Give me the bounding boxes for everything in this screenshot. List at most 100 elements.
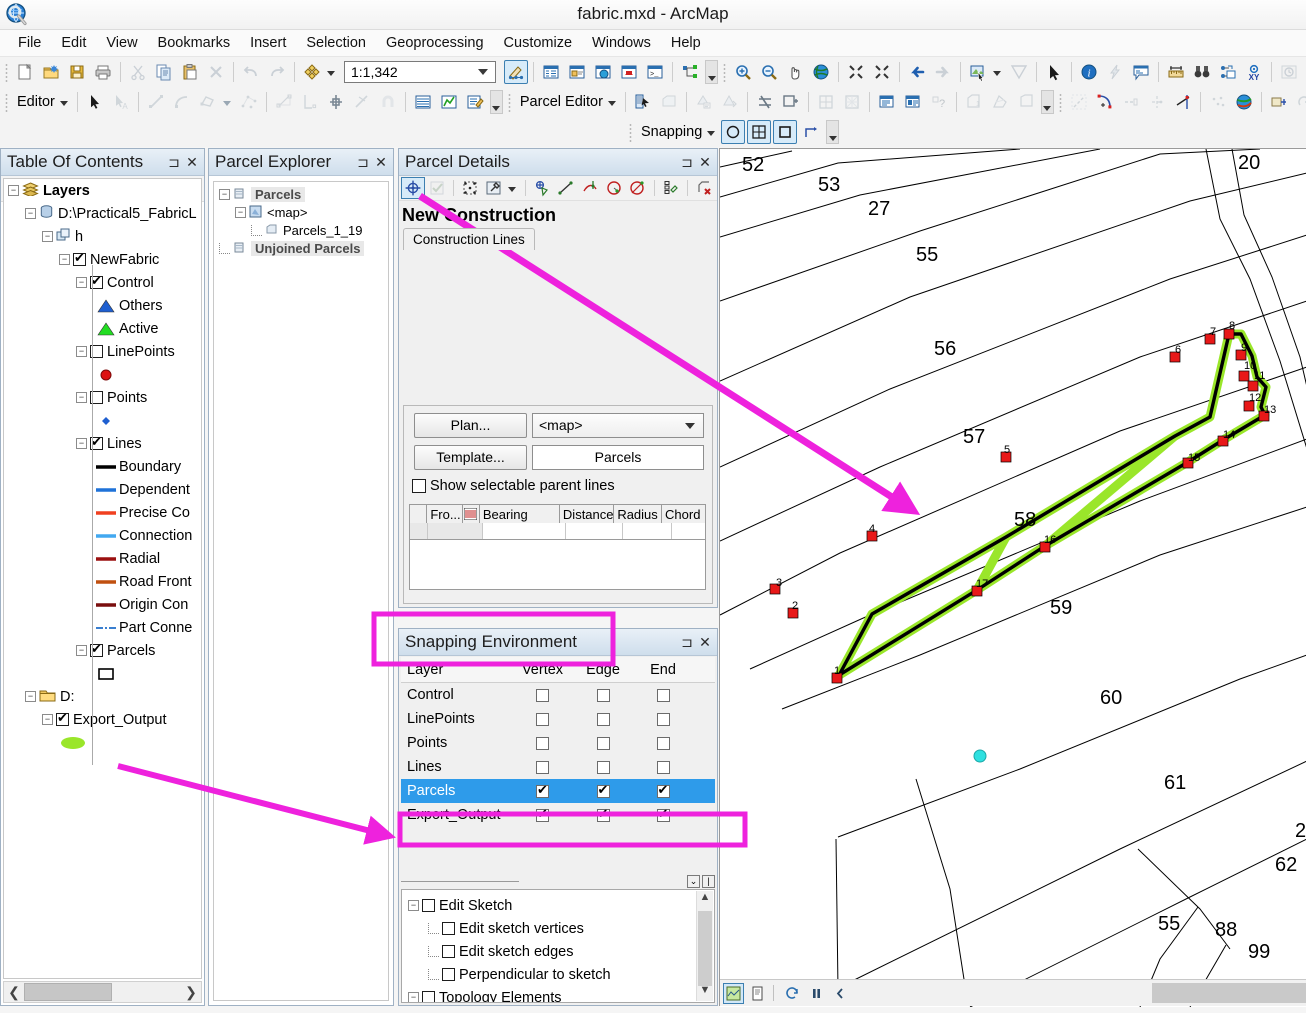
toc-symbol-row[interactable]: Dependent [4, 478, 201, 501]
sparkle-button[interactable] [1206, 90, 1230, 114]
snap-vertex-checkbox[interactable] [536, 736, 549, 750]
snap-vertex-checkbox[interactable] [536, 712, 549, 726]
parcel-help-button[interactable]: ? [927, 90, 951, 114]
x-delete-button[interactable] [204, 60, 228, 84]
show-parent-lines-row[interactable]: Show selectable parent lines [412, 478, 615, 494]
edit-annotation-button[interactable]: A [109, 90, 133, 114]
snap-vertex-checkbox[interactable] [536, 688, 549, 702]
toc-symbol-row[interactable]: Precise Co [4, 501, 201, 524]
layer-visibility-checkbox[interactable] [56, 710, 69, 726]
snap-edge-cell[interactable] [574, 712, 632, 726]
search-window-button[interactable] [591, 60, 615, 84]
open-document-button[interactable] [39, 60, 63, 84]
chevron-right-icon[interactable]: ❯ [181, 984, 201, 1001]
snap-type-row[interactable]: − Edit Sketch [402, 894, 714, 917]
parcel-divide-button[interactable] [814, 90, 838, 114]
snapping-types-tree[interactable]: − Edit Sketch Edit sketch vertices Edit ske… [401, 889, 715, 1003]
snap-vertex-cell[interactable] [511, 712, 574, 726]
clear-selection-button[interactable] [1007, 60, 1031, 84]
cell-chord[interactable] [672, 523, 705, 539]
snap-edge-cell[interactable] [574, 782, 632, 798]
parcel-fabric-map[interactable]: 52532755565758596061622022558899 1234567… [720, 149, 1306, 1007]
snap-point-button[interactable] [721, 120, 746, 144]
layout-view-button[interactable] [747, 983, 768, 1004]
toc-item-d-[interactable]: − D: [4, 685, 201, 708]
select-features-button[interactable] [966, 60, 990, 84]
expander-collapse-icon[interactable]: − [42, 714, 53, 725]
snap-type-checkbox[interactable] [442, 922, 455, 935]
menu-item-bookmarks[interactable]: Bookmarks [148, 32, 241, 54]
refresh-view-button[interactable] [782, 983, 803, 1004]
sketch-chart-button[interactable] [437, 90, 461, 114]
menu-item-view[interactable]: View [96, 32, 147, 54]
toc-horizontal-scrollbar[interactable]: ❮ ❯ [3, 981, 202, 1003]
toolbar-grip-icon[interactable] [721, 62, 728, 82]
toc-symbol-row[interactable] [4, 409, 201, 432]
snap-vertex-checkbox[interactable] [536, 782, 549, 798]
toc-item-control[interactable]: − Control [4, 271, 201, 294]
snap-type-checkbox[interactable] [442, 968, 455, 981]
find-button[interactable] [1190, 60, 1214, 84]
expander-collapse-icon[interactable]: − [219, 188, 230, 200]
toc-tree[interactable]: −Layers−D:\Practical5_FabricL−h−NewFabri… [3, 178, 202, 979]
snap-edge-checkbox[interactable] [596, 736, 610, 750]
snap-type-checkbox[interactable] [442, 945, 455, 958]
editor-menu-button[interactable]: Editor [12, 94, 58, 110]
expander-collapse-icon[interactable]: − [76, 438, 87, 449]
pin-icon[interactable]: ⊐ [679, 634, 695, 651]
snap-edge-cell[interactable] [574, 688, 632, 702]
parcel-history-button[interactable] [1014, 90, 1038, 114]
snapping-layer-row[interactable]: Points [401, 731, 715, 755]
expander-leaf-icon[interactable] [428, 923, 439, 934]
globe-tool-button[interactable] [1232, 90, 1256, 114]
toc-item-h[interactable]: − h [4, 225, 201, 248]
col-header-end[interactable]: End [632, 657, 694, 682]
expander-leaf-icon[interactable] [428, 946, 439, 957]
zoom-in-button[interactable] [731, 60, 755, 84]
row-marker-cell[interactable] [410, 523, 428, 539]
copy-button[interactable] [152, 60, 176, 84]
close-icon[interactable]: ✕ [697, 634, 713, 651]
snapping-layer-row[interactable]: Parcels [401, 779, 715, 803]
menu-item-file[interactable]: File [8, 32, 51, 54]
point-to-line-button[interactable] [1119, 90, 1143, 114]
scrollbar-thumb[interactable] [24, 983, 112, 1001]
snapping-layer-row[interactable]: Lines [401, 755, 715, 779]
snap-edge-cell[interactable] [574, 760, 632, 774]
find-route-button[interactable] [1216, 60, 1240, 84]
grid-header-radius[interactable]: Radius [614, 505, 663, 523]
measure-button[interactable] [1164, 60, 1188, 84]
snap-edge-button[interactable] [773, 120, 798, 144]
snap-edge-checkbox[interactable] [596, 806, 610, 822]
add-data-dropdown-icon[interactable] [327, 71, 335, 76]
toc-item-linepoints[interactable]: − LinePoints [4, 340, 201, 363]
edit-tool-button[interactable] [83, 90, 107, 114]
pd-arc-tool-button[interactable] [626, 177, 650, 199]
snap-edge-checkbox[interactable] [596, 712, 610, 726]
parcel-construct-button[interactable] [657, 90, 681, 114]
parcel-explorer-item[interactable]: − Parcels [214, 185, 388, 203]
straight-segment-button[interactable] [144, 90, 168, 114]
parcel-explorer-button[interactable] [901, 90, 925, 114]
template-button[interactable]: Template... [414, 445, 527, 470]
save-button[interactable] [65, 60, 89, 84]
toc-symbol-row[interactable]: Road Front [4, 570, 201, 593]
pd-crosshair-button[interactable] [401, 177, 425, 199]
zoom-out-button[interactable] [757, 60, 781, 84]
expander-collapse-icon[interactable]: − [235, 206, 246, 218]
toolbar-overflow-button[interactable] [1040, 90, 1054, 114]
snap-vertex-button[interactable] [747, 120, 772, 144]
snap-type-row[interactable]: Perpendicular to sketch [402, 963, 714, 986]
snapping-tree-vscrollbar[interactable]: ▲ ▼ [696, 891, 713, 1001]
collapse-bar-button[interactable]: | [702, 874, 715, 888]
show-parent-lines-checkbox[interactable] [412, 479, 426, 493]
template-value-field[interactable]: Parcels [532, 445, 704, 470]
snap-end-checkbox[interactable] [656, 712, 670, 726]
snap-end-cell[interactable] [632, 806, 694, 822]
parcel-details-button[interactable] [875, 90, 899, 114]
pd-circle-tool-button[interactable] [602, 177, 626, 199]
close-icon[interactable]: ✕ [373, 154, 389, 171]
pause-drawing-button[interactable] [806, 983, 827, 1004]
collapse-panel-button[interactable] [830, 983, 851, 1004]
radial-line-button[interactable] [1171, 90, 1195, 114]
